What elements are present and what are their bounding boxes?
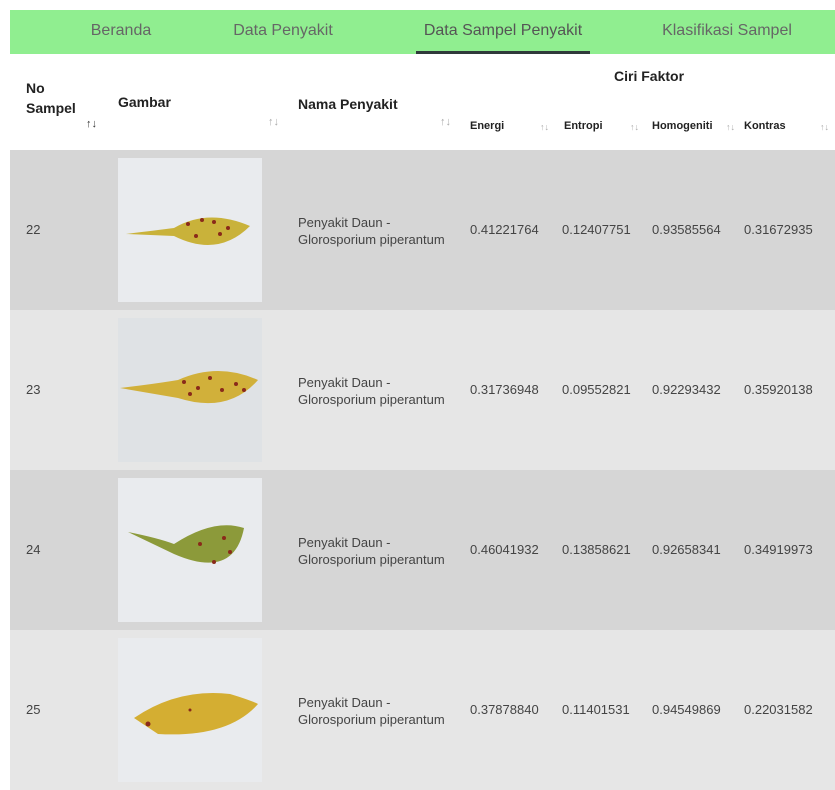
cell-energi: 0.31736948 <box>470 382 539 397</box>
header-gambar: Gambar <box>118 94 171 110</box>
table-row: 24 Penyakit Daun - Glorosporium piperant… <box>10 470 835 630</box>
cell-entropi: 0.09552821 <box>562 382 631 397</box>
cell-nama-penyakit: Penyakit Daun - Glorosporium piperantum <box>298 694 445 728</box>
sort-kontras-icon[interactable]: ↑↓ <box>820 122 829 132</box>
header-kontras: Kontras <box>744 120 786 132</box>
cell-homogeniti: 0.92293432 <box>652 382 721 397</box>
nama-line-1: Penyakit Daun - <box>298 535 391 550</box>
cell-energi: 0.37878840 <box>470 702 539 717</box>
leaf-thumbnail-icon <box>118 478 262 622</box>
cell-nama-penyakit: Penyakit Daun - Glorosporium piperantum <box>298 374 445 408</box>
cell-no-sampel: 24 <box>26 542 41 557</box>
cell-entropi: 0.13858621 <box>562 542 631 557</box>
cell-nama-penyakit: Penyakit Daun - Glorosporium piperantum <box>298 534 445 568</box>
cell-homogeniti: 0.93585564 <box>652 222 721 237</box>
cell-entropi: 0.12407751 <box>562 222 631 237</box>
top-navbar: Beranda Data Penyakit Data Sampel Penyak… <box>10 10 835 54</box>
header-homogeniti: Homogeniti <box>652 120 713 132</box>
cell-no-sampel: 25 <box>26 702 41 717</box>
cell-kontras: 0.22031582 <box>744 702 813 717</box>
cell-nama-penyakit: Penyakit Daun - Glorosporium piperantum <box>298 214 445 248</box>
sort-nama-penyakit-icon[interactable]: ↑↓ <box>440 116 451 128</box>
header-nama-penyakit: Nama Penyakit <box>298 96 398 112</box>
nama-line-2: Glorosporium piperantum <box>298 232 445 247</box>
cell-kontras: 0.31672935 <box>744 222 813 237</box>
table-row: 22 Penyakit Daun - Glorosporium piperant… <box>10 150 835 310</box>
cell-homogeniti: 0.92658341 <box>652 542 721 557</box>
leaf-image[interactable] <box>118 158 262 302</box>
nav-beranda[interactable]: Beranda <box>86 10 156 54</box>
leaf-image[interactable] <box>118 478 262 622</box>
leaf-thumbnail-icon <box>118 318 262 462</box>
nama-line-1: Penyakit Daun - <box>298 375 391 390</box>
nama-line-2: Glorosporium piperantum <box>298 552 445 567</box>
sort-homogeniti-icon[interactable]: ↑↓ <box>726 122 735 132</box>
sort-no-sampel-icon[interactable]: ↑↓ <box>86 118 97 130</box>
table-row: 23 Penyakit Daun - Glorosporium piperant… <box>10 310 835 470</box>
sort-energi-icon[interactable]: ↑↓ <box>540 122 549 132</box>
leaf-thumbnail-icon <box>118 158 262 302</box>
nama-line-1: Penyakit Daun - <box>298 215 391 230</box>
nav-data-sampel-penyakit[interactable]: Data Sampel Penyakit <box>416 10 590 54</box>
table-row: 25 Penyakit Daun - Glorosporium piperant… <box>10 630 835 790</box>
header-ciri-faktor: Ciri Faktor <box>614 68 685 84</box>
nama-line-2: Glorosporium piperantum <box>298 392 445 407</box>
nama-line-1: Penyakit Daun - <box>298 695 391 710</box>
nama-line-2: Glorosporium piperantum <box>298 712 445 727</box>
nav-klasifikasi-sampel[interactable]: Klasifikasi Sampel <box>662 10 792 54</box>
table-header: No Sampel ↑↓ Gambar ↑↓ Nama Penyakit ↑↓ … <box>10 54 835 150</box>
cell-kontras: 0.35920138 <box>744 382 813 397</box>
header-entropi: Entropi <box>564 120 603 132</box>
cell-entropi: 0.11401531 <box>562 702 630 717</box>
leaf-image[interactable] <box>118 318 262 462</box>
header-energi: Energi <box>470 120 505 132</box>
leaf-thumbnail-icon <box>118 638 262 782</box>
sort-gambar-icon[interactable]: ↑↓ <box>268 116 279 128</box>
cell-no-sampel: 23 <box>26 382 41 397</box>
cell-energi: 0.46041932 <box>470 542 539 557</box>
cell-energi: 0.41221764 <box>470 222 539 237</box>
cell-kontras: 0.34919973 <box>744 542 813 557</box>
cell-homogeniti: 0.94549869 <box>652 702 721 717</box>
leaf-image[interactable] <box>118 638 262 782</box>
sort-entropi-icon[interactable]: ↑↓ <box>630 122 639 132</box>
nav-data-penyakit[interactable]: Data Penyakit <box>229 10 337 54</box>
header-no-sampel: No Sampel <box>26 80 76 116</box>
cell-no-sampel: 22 <box>26 222 41 237</box>
